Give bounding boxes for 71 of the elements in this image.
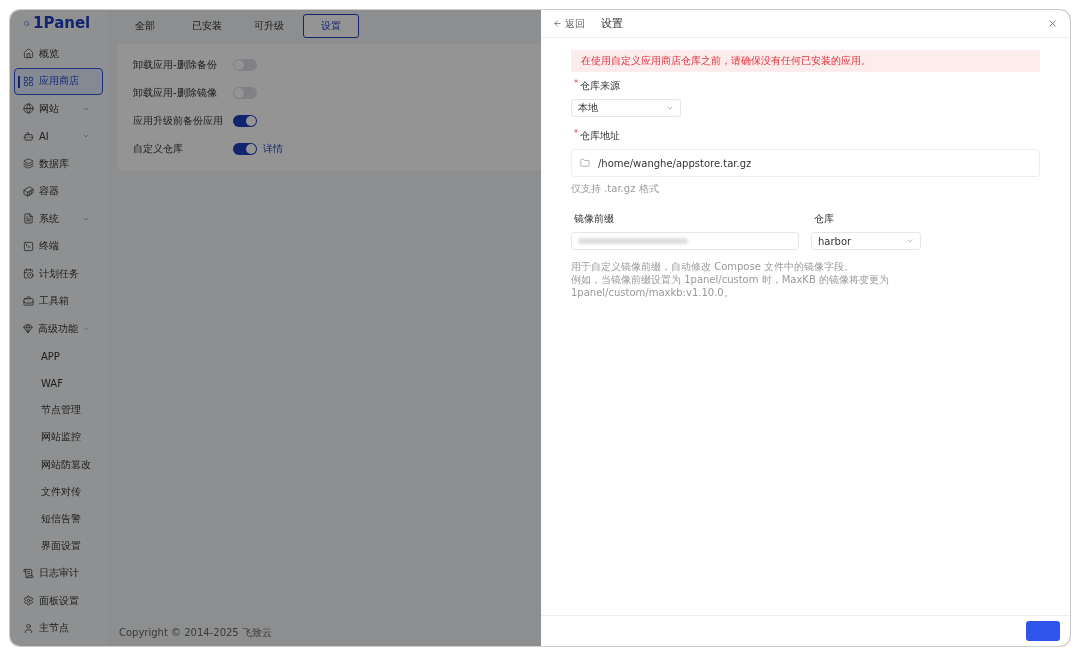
user-icon xyxy=(23,622,34,634)
sidebar-subitem[interactable]: APP xyxy=(14,342,103,370)
robot-icon xyxy=(23,130,34,142)
repo-select[interactable]: harbor xyxy=(811,232,921,250)
confirm-button[interactable] xyxy=(1026,621,1060,641)
warning-alert: 在使用自定义应用商店仓库之前，请确保没有任何已安装的应用。 xyxy=(571,50,1040,72)
terminal-icon xyxy=(23,240,34,252)
arrow-left-icon xyxy=(553,19,562,28)
sidebar-subitem[interactable]: 界面设置 xyxy=(14,532,103,560)
document-icon xyxy=(23,213,34,225)
layers-icon xyxy=(23,158,34,170)
close-icon[interactable] xyxy=(1047,18,1058,29)
details-link[interactable]: 详情 xyxy=(263,142,283,156)
sidebar-item[interactable]: 终端 xyxy=(14,232,103,260)
setting-label: 自定义仓库 xyxy=(133,142,184,156)
field-label: 仓库来源 xyxy=(580,79,620,93)
path-input[interactable]: /home/wanghe/appstore.tar.gz xyxy=(571,149,1040,177)
grid-icon xyxy=(23,75,34,87)
sidebar-item[interactable]: 日志审计 xyxy=(14,559,103,587)
sidebar-subitem[interactable]: WAF xyxy=(14,369,103,397)
sidebar-item[interactable]: AI xyxy=(14,122,103,150)
required-mark: * xyxy=(574,79,578,90)
chevron-down-icon xyxy=(666,104,674,112)
toggle-switch[interactable] xyxy=(233,143,257,155)
node-selector[interactable]: 主节点 xyxy=(14,614,103,642)
tab[interactable]: 已安装 xyxy=(179,14,235,38)
sidebar-subitem[interactable]: 文件对传 xyxy=(14,478,103,506)
setting-label: 应用升级前备份应用 xyxy=(133,114,224,128)
folder-icon xyxy=(580,158,590,168)
tab[interactable]: 可升级 xyxy=(241,14,297,38)
toggle-switch[interactable] xyxy=(233,115,257,127)
sidebar-item[interactable]: 网站 xyxy=(14,95,103,123)
logo-text: 1Panel xyxy=(33,14,91,32)
back-link[interactable]: 返回 xyxy=(553,16,585,31)
sidebar-subitem[interactable]: 节点管理 xyxy=(14,396,103,424)
prefix-hint: 例如，当镜像前缀设置为 1panel/custom 时，MaxKB 的镜像将变更为 1panel/custom/maxkb:v1.10.0。 xyxy=(571,273,890,299)
field-label: 仓库地址 xyxy=(580,129,620,143)
drawer-title: 设置 xyxy=(601,16,624,31)
sidebar-item[interactable]: 高级功能 xyxy=(14,315,103,343)
required-mark: * xyxy=(574,129,578,140)
sidebar-item[interactable]: 系统 xyxy=(14,205,103,233)
sidebar-subitem[interactable]: 短信告警 xyxy=(14,505,103,533)
sidebar-item[interactable]: 概览 xyxy=(14,40,103,68)
prefix-hint: 用于自定义镜像前缀，自动修改 Compose 文件中的镜像字段。 xyxy=(571,260,856,273)
setting-label: 卸载应用-删除备份 xyxy=(133,58,218,72)
gem-icon xyxy=(23,323,33,335)
sidebar-item[interactable]: 应用商店 xyxy=(14,67,103,95)
sidebar-item[interactable]: 数据库 xyxy=(14,150,103,178)
sidebar-subitem[interactable]: 网站防篡改 xyxy=(14,451,103,479)
format-hint: 仅支持 .tar.gz 格式 xyxy=(571,182,660,195)
log-icon xyxy=(23,567,34,579)
globe-icon xyxy=(23,103,34,115)
home-icon xyxy=(23,48,34,60)
sidebar-item[interactable]: 面板设置 xyxy=(14,587,103,615)
settings-icon xyxy=(23,595,34,607)
briefcase-icon xyxy=(23,295,34,307)
container-icon xyxy=(23,185,34,197)
prefix-input[interactable] xyxy=(571,232,799,250)
source-select[interactable]: 本地 xyxy=(571,99,681,117)
sidebar-item[interactable]: 容器 xyxy=(14,177,103,205)
copyright-text: Copyright © 2014-2025 飞致云 xyxy=(119,626,272,640)
field-label: 镜像前缀 xyxy=(574,212,614,226)
setting-label: 卸载应用-删除镜像 xyxy=(133,86,218,100)
tab[interactable]: 设置 xyxy=(303,14,359,38)
sidebar-item[interactable]: 计划任务 xyxy=(14,260,103,288)
sidebar-subitem[interactable]: 网站监控 xyxy=(14,423,103,451)
field-label: 仓库 xyxy=(814,212,834,226)
calendar-icon xyxy=(23,268,34,280)
chevron-down-icon xyxy=(906,237,914,245)
tab[interactable]: 全部 xyxy=(117,14,173,38)
sidebar-item[interactable]: 工具箱 xyxy=(14,287,103,315)
